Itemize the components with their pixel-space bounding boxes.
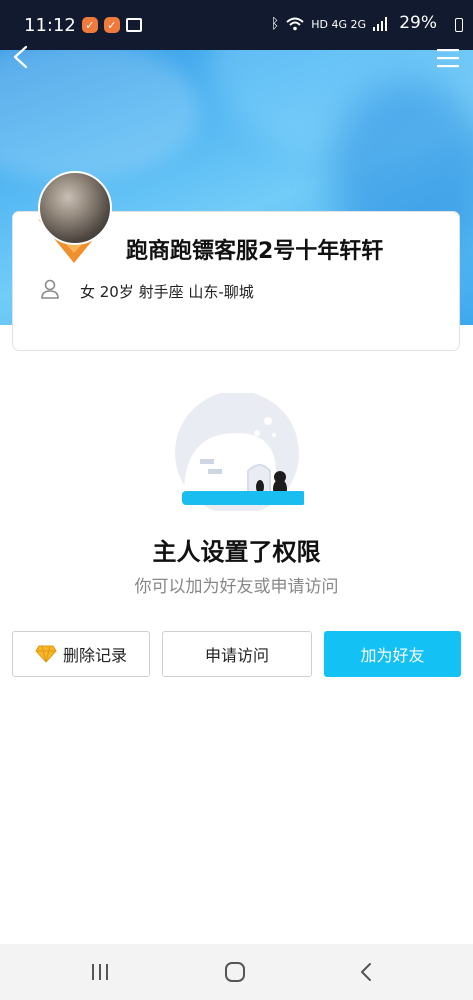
back-arrow-icon[interactable] [8,44,34,70]
wifi-icon [286,17,304,31]
profile-nickname: 跑商跑镖客服2号十年轩轩 [126,239,384,264]
permission-title: 主人设置了权限 [152,538,321,566]
nav-recent-button[interactable] [70,944,130,1000]
nav-home-button[interactable] [205,944,265,1000]
status-time: 11:12 [24,14,76,36]
status-bar: 11:12 ✓ ✓ ᛒ HD 4G 2G 29% [0,0,473,50]
request-visit-button[interactable]: 申请访问 [162,631,312,677]
avatar-photo [38,171,112,245]
avatar[interactable] [36,171,116,266]
system-nav-bar [0,944,473,1000]
gallery-notification-icon [125,18,142,32]
request-visit-label: 申请访问 [204,646,269,665]
nav-home-icon [225,962,245,982]
profile-info: 女 20岁 射手座 山东-聊城 [80,283,254,301]
notification-app-icon: ✓ [103,17,120,33]
add-friend-button[interactable]: 加为好友 [324,631,461,677]
battery-icon [455,18,463,32]
menu-icon[interactable] [437,48,459,68]
battery-level: 29% [399,13,437,33]
user-icon [41,279,59,299]
delete-record-button[interactable]: 删除记录 [12,631,150,677]
bluetooth-icon: ᛒ [270,16,280,32]
nav-back-icon [361,963,371,981]
notification-app-icon: ✓ [81,17,98,33]
nav-back-button[interactable] [336,944,396,1000]
add-friend-label: 加为好友 [360,646,425,665]
diamond-icon [35,645,57,663]
permission-subtitle: 你可以加为好友或申请访问 [134,577,339,597]
nav-recent-icon [92,964,108,980]
network-indicator: HD 4G 2G [311,17,366,31]
delete-record-label: 删除记录 [62,646,127,665]
signal-icon [373,17,387,31]
locked-space-illustration [175,393,304,511]
